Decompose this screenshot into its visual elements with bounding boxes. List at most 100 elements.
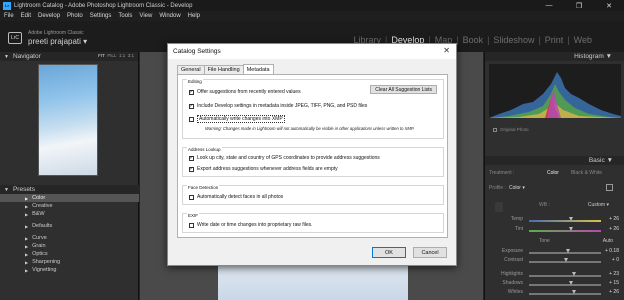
histogram-header[interactable]: Histogram ▼ — [485, 52, 624, 61]
tab-file-handling[interactable]: File Handling — [203, 65, 244, 74]
triangle-right-icon: ▶ — [25, 259, 29, 265]
nav-mode-fill[interactable]: FILL — [107, 53, 116, 58]
minimize-button[interactable]: — — [534, 0, 564, 11]
basic-panel-header[interactable]: Basic ▼ — [485, 156, 624, 165]
address-lookup-group: Address Lookup ✓ Look up city, state and… — [182, 147, 444, 177]
exposure-value[interactable]: + 0.18 — [605, 248, 619, 254]
whites-slider[interactable]: Whites + 26 — [489, 289, 621, 297]
exif-group: EXIF Write date or time changes into pro… — [182, 213, 444, 233]
preset-group-creative[interactable]: ▶ Creative — [0, 202, 139, 210]
menu-help[interactable]: Help — [188, 13, 200, 19]
tab-general[interactable]: General — [177, 65, 205, 74]
temp-slider[interactable]: Temp + 26 — [489, 216, 621, 224]
shadows-slider[interactable]: Shadows + 15 — [489, 280, 621, 288]
auto-detect-faces-option[interactable]: Automatically detect faces in all photos — [189, 194, 283, 200]
treatment-color[interactable]: Color — [547, 170, 559, 176]
preset-group-bw[interactable]: ▶ B&W — [0, 210, 139, 218]
offer-suggestions-option[interactable]: ✓ Offer suggestions from recently entere… — [189, 89, 301, 95]
contrast-value[interactable]: + 0 — [612, 257, 619, 263]
module-slideshow[interactable]: Slideshow — [493, 35, 534, 45]
whites-slider-thumb[interactable] — [572, 290, 576, 294]
cancel-button[interactable]: Cancel — [413, 247, 447, 258]
auto-detect-faces-checkbox[interactable] — [189, 194, 194, 200]
whites-slider-track[interactable] — [529, 293, 601, 295]
export-address-suggestions-checkbox[interactable]: ✓ — [189, 166, 194, 172]
eyedropper-icon[interactable] — [495, 202, 503, 212]
temp-slider-track[interactable] — [529, 220, 601, 222]
menu-tools[interactable]: Tools — [118, 13, 132, 19]
menu-settings[interactable]: Settings — [90, 13, 112, 19]
close-window-button[interactable]: ✕ — [594, 0, 624, 11]
auto-write-xmp-checkbox[interactable] — [189, 116, 194, 122]
original-photo-toggle[interactable]: Original Photo — [493, 127, 529, 132]
close-icon[interactable]: ✕ — [443, 46, 450, 55]
menu-view[interactable]: View — [139, 13, 152, 19]
offer-suggestions-checkbox[interactable]: ✓ — [189, 89, 194, 95]
triangle-right-icon: ▶ — [25, 251, 29, 257]
preset-group-sharpening[interactable]: ▶ Sharpening — [0, 258, 139, 266]
preset-group-color[interactable]: ▶ Color — [0, 194, 139, 202]
write-date-changes-option[interactable]: Write date or time changes into propriet… — [189, 222, 313, 228]
clear-all-suggestion-lists-button[interactable]: Clear All Suggestion Lists — [370, 85, 437, 94]
lookup-city-option[interactable]: ✓ Look up city, state and country of GPS… — [189, 155, 380, 161]
include-develop-settings-option[interactable]: ✓ Include Develop settings in metadata i… — [189, 103, 367, 109]
shadows-slider-track[interactable] — [529, 284, 601, 286]
shadows-value[interactable]: + 15 — [609, 280, 619, 286]
treatment-black-white[interactable]: Black & White — [571, 170, 602, 176]
write-date-changes-checkbox[interactable] — [189, 222, 194, 228]
highlights-value[interactable]: + 23 — [609, 271, 619, 277]
tab-metadata[interactable]: Metadata — [242, 64, 274, 74]
navigator-preview-image[interactable] — [38, 64, 98, 176]
tint-slider[interactable]: Tint + 26 — [489, 226, 621, 234]
include-develop-settings-checkbox[interactable]: ✓ — [189, 103, 194, 109]
window-title-bar: Lr Lightroom Catalog - Adobe Photoshop L… — [0, 0, 624, 11]
profile-browser-icon[interactable] — [606, 184, 613, 191]
highlights-slider[interactable]: Highlights + 23 — [489, 271, 621, 279]
highlights-slider-track[interactable] — [529, 275, 601, 277]
nav-mode-fit[interactable]: FIT — [98, 53, 105, 58]
presets-header[interactable]: ▼ Presets — [0, 185, 139, 194]
navigator-header[interactable]: ▼ Navigator FIT FILL 1:1 3:1 — [0, 52, 138, 61]
shadows-slider-thumb[interactable] — [569, 281, 573, 285]
nav-mode-3-1[interactable]: 3:1 — [128, 53, 134, 58]
whites-value[interactable]: + 26 — [609, 289, 619, 295]
profile-select[interactable]: Color ▾ — [509, 185, 525, 191]
wb-label: WB : — [539, 202, 550, 208]
presets-panel: ▼ Presets ▶ Color ▶ Creative ▶ B&W ▶ Default… — [0, 185, 139, 274]
contrast-slider-thumb[interactable] — [564, 258, 568, 262]
module-web[interactable]: Web — [574, 35, 592, 45]
exposure-slider-thumb[interactable] — [566, 249, 570, 253]
preset-group-vignetting[interactable]: ▶ Vignetting — [0, 266, 139, 274]
menu-photo[interactable]: Photo — [67, 13, 83, 19]
temp-value[interactable]: + 26 — [609, 216, 619, 222]
contrast-slider[interactable]: Contrast + 0 — [489, 257, 621, 265]
triangle-right-icon: ▶ — [25, 243, 29, 249]
menu-develop[interactable]: Develop — [38, 13, 60, 19]
nav-mode-1-1[interactable]: 1:1 — [119, 53, 125, 58]
tint-slider-thumb[interactable] — [569, 227, 573, 231]
tint-slider-track[interactable] — [529, 230, 601, 232]
exposure-slider[interactable]: Exposure + 0.18 — [489, 248, 621, 256]
user-name[interactable]: preeti prajapati ▾ — [28, 37, 87, 46]
auto-write-xmp-option[interactable]: Automatically write changes into XMP — [189, 115, 285, 123]
tint-value[interactable]: + 26 — [609, 226, 619, 232]
menu-window[interactable]: Window — [159, 13, 180, 19]
preset-group-defaults[interactable]: ▶ Defaults — [0, 222, 139, 230]
tone-auto-button[interactable]: Auto — [603, 238, 613, 244]
module-book[interactable]: Book — [463, 35, 484, 45]
temp-slider-thumb[interactable] — [569, 217, 573, 221]
menu-file[interactable]: File — [4, 13, 14, 19]
maximize-button[interactable]: ❐ — [564, 0, 594, 11]
window-title: Lightroom Catalog - Adobe Photoshop Ligh… — [14, 2, 193, 9]
export-address-suggestions-option[interactable]: ✓ Export address suggestions whenever ad… — [189, 166, 338, 172]
highlights-slider-thumb[interactable] — [572, 272, 576, 276]
exposure-slider-track[interactable] — [529, 252, 601, 254]
wb-select[interactable]: Custom ▾ — [588, 202, 609, 208]
preset-group-optics[interactable]: ▶ Optics — [0, 250, 139, 258]
lookup-city-checkbox[interactable]: ✓ — [189, 155, 194, 161]
menu-edit[interactable]: Edit — [21, 13, 31, 19]
ok-button[interactable]: OK — [372, 247, 406, 258]
preset-group-grain[interactable]: ▶ Grain — [0, 242, 139, 250]
module-print[interactable]: Print — [545, 35, 564, 45]
preset-group-curve[interactable]: ▶ Curve — [0, 234, 139, 242]
